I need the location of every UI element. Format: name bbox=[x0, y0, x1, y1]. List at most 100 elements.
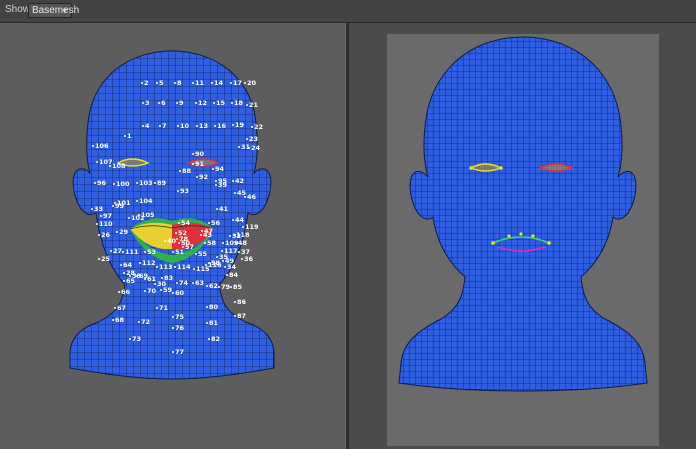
landmark-dot[interactable] bbox=[193, 268, 195, 270]
landmark-dot[interactable] bbox=[136, 182, 138, 184]
landmark-dot[interactable] bbox=[215, 180, 217, 182]
landmark-dot[interactable] bbox=[208, 262, 210, 264]
landmark-dot[interactable] bbox=[206, 322, 208, 324]
landmark-dot[interactable] bbox=[232, 124, 234, 126]
landmark-dot[interactable] bbox=[224, 266, 226, 268]
landmark-dot[interactable] bbox=[177, 125, 179, 127]
landmark-dot[interactable] bbox=[154, 182, 156, 184]
landmark-dot[interactable] bbox=[221, 250, 223, 252]
landmark-dot[interactable] bbox=[231, 102, 233, 104]
landmark-dot[interactable] bbox=[230, 82, 232, 84]
landmark-dot[interactable] bbox=[160, 289, 162, 291]
landmark-dot[interactable] bbox=[216, 256, 218, 258]
landmark-dot[interactable] bbox=[234, 192, 236, 194]
landmark-dot[interactable] bbox=[114, 307, 116, 309]
landmark-dot[interactable] bbox=[118, 291, 120, 293]
display-mode-dropdown[interactable]: Basemesh ▼ bbox=[28, 3, 79, 18]
landmark-dot[interactable] bbox=[128, 217, 130, 219]
landmark-dot[interactable] bbox=[230, 286, 232, 288]
landmark-dot[interactable] bbox=[138, 214, 140, 216]
landmark-dot[interactable] bbox=[196, 176, 198, 178]
landmark-dot[interactable] bbox=[139, 262, 141, 264]
landmark-dot[interactable] bbox=[208, 338, 210, 340]
landmark-dot[interactable] bbox=[232, 219, 234, 221]
landmark-dot[interactable] bbox=[141, 82, 143, 84]
landmark-dot[interactable] bbox=[192, 153, 194, 155]
landmark-dot[interactable] bbox=[123, 272, 125, 274]
landmark-dot[interactable] bbox=[222, 242, 224, 244]
landmark-dot[interactable] bbox=[238, 146, 240, 148]
landmark-dot[interactable] bbox=[195, 253, 197, 255]
landmark-dot[interactable] bbox=[172, 292, 174, 294]
landmark-dot[interactable] bbox=[177, 190, 179, 192]
landmark-dot[interactable] bbox=[176, 282, 178, 284]
landmark-dot[interactable] bbox=[172, 316, 174, 318]
landmark-dot[interactable] bbox=[129, 275, 131, 277]
landmark-dot[interactable] bbox=[234, 315, 236, 317]
landmark-dot[interactable] bbox=[251, 126, 253, 128]
landmark-dot[interactable] bbox=[154, 283, 156, 285]
landmark-dot[interactable] bbox=[116, 231, 118, 233]
landmark-dot[interactable] bbox=[242, 226, 244, 228]
landmark-dot[interactable] bbox=[200, 234, 202, 236]
landmark-dot[interactable] bbox=[123, 280, 125, 282]
landmark-dot[interactable] bbox=[246, 104, 248, 106]
landmark-dot[interactable] bbox=[218, 286, 220, 288]
landmark-dot[interactable] bbox=[216, 208, 218, 210]
landmark-dot[interactable] bbox=[159, 125, 161, 127]
landmark-dot[interactable] bbox=[208, 222, 210, 224]
landmark-dot[interactable] bbox=[100, 215, 102, 217]
landmark-dot[interactable] bbox=[92, 145, 94, 147]
landmark-dot[interactable] bbox=[178, 242, 180, 244]
landmark-dot[interactable] bbox=[172, 251, 174, 253]
landmark-dot[interactable] bbox=[232, 180, 234, 182]
landmark-dot[interactable] bbox=[120, 264, 122, 266]
landmark-dot[interactable] bbox=[156, 307, 158, 309]
landmark-dot[interactable] bbox=[204, 242, 206, 244]
landmark-dot[interactable] bbox=[124, 135, 126, 137]
landmark-dot[interactable] bbox=[174, 266, 176, 268]
landmark-dot[interactable] bbox=[156, 266, 158, 268]
landmark-dot[interactable] bbox=[206, 306, 208, 308]
landmark-dot[interactable] bbox=[226, 274, 228, 276]
landmark-dot[interactable] bbox=[94, 182, 96, 184]
landmark-dot[interactable] bbox=[112, 319, 114, 321]
landmark-dot[interactable] bbox=[196, 125, 198, 127]
landmark-dot[interactable] bbox=[138, 321, 140, 323]
landmark-dot[interactable] bbox=[144, 278, 146, 280]
landmark-dot[interactable] bbox=[192, 282, 194, 284]
landmark-dot[interactable] bbox=[234, 301, 236, 303]
landmark-dot[interactable] bbox=[172, 327, 174, 329]
landmark-dot[interactable] bbox=[164, 240, 166, 242]
landmark-dot[interactable] bbox=[179, 170, 181, 172]
landmark-dot[interactable] bbox=[174, 82, 176, 84]
landmark-dot[interactable] bbox=[98, 258, 100, 260]
landmark-dot[interactable] bbox=[244, 196, 246, 198]
landmark-dot[interactable] bbox=[206, 285, 208, 287]
landmark-dot[interactable] bbox=[98, 234, 100, 236]
landmark-dot[interactable] bbox=[229, 235, 231, 237]
landmark-dot[interactable] bbox=[212, 168, 214, 170]
landmark-dot[interactable] bbox=[112, 205, 114, 207]
landmark-dot[interactable] bbox=[144, 290, 146, 292]
landmark-dot[interactable] bbox=[241, 258, 243, 260]
landmark-dot[interactable] bbox=[192, 163, 194, 165]
landmark-dot[interactable] bbox=[195, 102, 197, 104]
landmark-dot[interactable] bbox=[211, 82, 213, 84]
landmark-dot[interactable] bbox=[176, 102, 178, 104]
landmark-dot[interactable] bbox=[214, 125, 216, 127]
landmark-dot[interactable] bbox=[175, 232, 177, 234]
landmark-dot[interactable] bbox=[156, 82, 158, 84]
landmark-dot[interactable] bbox=[122, 251, 124, 253]
landmark-dot[interactable] bbox=[110, 250, 112, 252]
landmark-dot[interactable] bbox=[144, 251, 146, 253]
landmark-dot[interactable] bbox=[91, 208, 93, 210]
landmark-dot[interactable] bbox=[142, 125, 144, 127]
landmark-dot[interactable] bbox=[176, 238, 178, 240]
landmark-dot[interactable] bbox=[113, 183, 115, 185]
landmark-dot[interactable] bbox=[158, 102, 160, 104]
landmark-dot[interactable] bbox=[172, 351, 174, 353]
landmark-dot[interactable] bbox=[215, 184, 217, 186]
landmark-dot[interactable] bbox=[96, 223, 98, 225]
landmark-dot[interactable] bbox=[213, 102, 215, 104]
